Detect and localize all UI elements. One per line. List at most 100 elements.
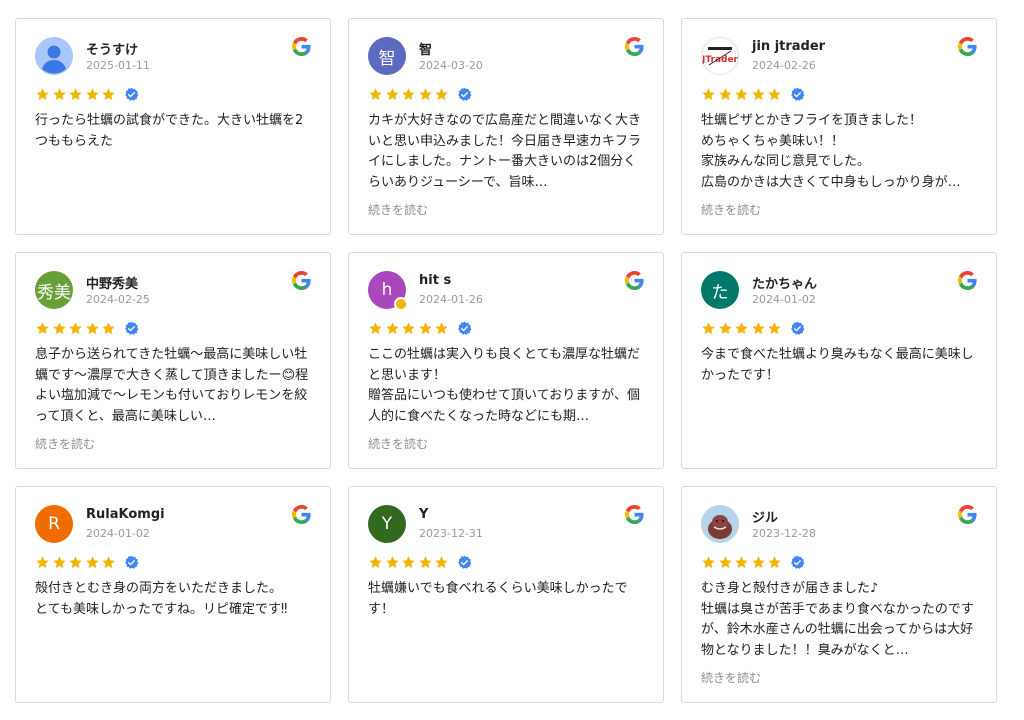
avatar: JTrader [701, 37, 739, 75]
star-icon [718, 88, 732, 101]
star-icon [419, 88, 432, 101]
verified-badge-icon [458, 321, 472, 335]
star-icon [36, 88, 49, 101]
review-text: 今まで食べた牡蠣より臭みもなく最高に美味しかったです！ [701, 347, 974, 383]
google-g-icon [958, 505, 977, 524]
star-icon [36, 556, 49, 569]
avatar-initial: た [711, 282, 729, 303]
reviewer-name: たかちゃん [752, 277, 818, 292]
star-icon [369, 88, 382, 101]
avatar-initial: 智 [378, 48, 396, 69]
read-more-link[interactable]: 続きを読む [35, 435, 95, 452]
star-icon [369, 556, 382, 569]
reviewer-name: ジル [752, 511, 779, 526]
review-date: 2024-02-26 [752, 59, 816, 72]
google-g-icon [625, 271, 644, 290]
review-text: ここの牡蠣は実入りも良くとても濃厚な牡蠣だと思います！ 贈答品にいつも使わせて頂… [368, 347, 640, 424]
review-text: むき身と殻付きが届きました♪ 牡蠣は臭さが苦手であまり食べなかったのですが、鈴木… [701, 581, 974, 658]
star-icon [419, 322, 432, 335]
star-rating [701, 555, 805, 570]
star-icon [752, 88, 765, 101]
star-icon [52, 322, 66, 335]
star-icon [752, 322, 765, 335]
review-text: 息子から送られてきた牡蠣〜最高に美味しい牡蠣です〜濃厚で大きく蒸して頂きましたー… [35, 347, 309, 424]
reviews-grid: そうすけ 2025-01-11 行ったら牡蠣の試食ができた。大きい牡蠣を2つももらえ… [0, 0, 1024, 720]
google-g-icon [958, 37, 977, 56]
star-icon [385, 88, 399, 101]
avatar-initial: R [48, 514, 60, 534]
review-card: Y Y 2023-12-31 牡蠣嫌いでも食べれるくらい美味しかったです！ [348, 486, 664, 703]
star-icon [752, 556, 765, 569]
read-more-link[interactable]: 続きを読む [368, 435, 428, 452]
review-date: 2024-02-25 [86, 293, 150, 306]
read-more-link[interactable]: 続きを読む [701, 669, 761, 686]
svg-text:JTrader: JTrader [701, 55, 739, 65]
reviewer-name: jin jtrader [752, 39, 826, 54]
star-icon [768, 88, 782, 101]
star-icon [718, 322, 732, 335]
star-icon [768, 322, 782, 335]
review-date: 2024-03-20 [419, 59, 483, 72]
star-rating [368, 321, 472, 336]
review-date: 2024-01-26 [419, 293, 483, 306]
star-icon [735, 88, 748, 101]
star-icon [52, 556, 66, 569]
star-icon [86, 556, 99, 569]
star-icon [385, 556, 399, 569]
star-icon [52, 88, 66, 101]
star-icon [702, 322, 715, 335]
review-date: 2024-01-02 [752, 293, 816, 306]
avatar-initial: Y [381, 514, 393, 534]
star-icon [435, 322, 449, 335]
google-g-icon [292, 505, 311, 524]
star-rating [368, 87, 472, 102]
verified-badge-icon [125, 87, 139, 101]
star-rating [701, 321, 805, 336]
avatar [35, 37, 73, 75]
avatar: Y [368, 505, 406, 543]
reviewer-name: 中野秀美 [86, 277, 139, 292]
star-rating [701, 87, 805, 102]
read-more-link[interactable]: 続きを読む [701, 201, 761, 218]
star-icon [69, 556, 82, 569]
verified-badge-icon [458, 555, 472, 569]
verified-badge-icon [791, 87, 805, 101]
star-icon [435, 88, 449, 101]
star-icon [402, 322, 415, 335]
review-date: 2023-12-28 [752, 527, 816, 540]
avatar: R [35, 505, 73, 543]
verified-badge-icon [791, 555, 805, 569]
review-card: h hit s 2024-01-26 ここの牡蠣は実入りも良くとても濃厚な牡蠣だと思い… [348, 252, 664, 469]
star-icon [402, 88, 415, 101]
reviewer-name: RulaKomgi [86, 507, 165, 522]
reviewer-name: そうすけ [86, 43, 139, 58]
review-card: R RulaKomgi 2024-01-02 殻付きとむき身の両方をいただきました。 … [15, 486, 331, 703]
local-guide-badge-icon [394, 297, 408, 311]
star-rating [368, 555, 472, 570]
star-rating [35, 321, 139, 336]
avatar: 智 [368, 37, 406, 75]
star-icon [702, 88, 715, 101]
star-icon [69, 322, 82, 335]
read-more-link[interactable]: 続きを読む [368, 201, 428, 218]
verified-badge-icon [125, 321, 139, 335]
star-icon [36, 322, 49, 335]
star-icon [735, 556, 748, 569]
star-icon [102, 556, 116, 569]
star-icon [102, 322, 116, 335]
review-card: た たかちゃん 2024-01-02 今まで食べた牡蠣より臭みもなく最高に美味しかった… [681, 252, 997, 469]
review-card: 智智 2024-03-20 カキが大好きなので広島産だと間違いなく大きいと思い申込み… [348, 18, 664, 235]
star-icon [435, 556, 449, 569]
review-text: 牡蠣ピザとかきフライを頂きました！ めちゃくちゃ美味い！！ 家族みんな同じ意見で… [701, 113, 961, 190]
avatar [701, 505, 739, 543]
star-icon [768, 556, 782, 569]
review-card: JTrader jin jtrader 2024-02-26 牡蠣ピザとかきフライを頂… [681, 18, 997, 235]
star-icon [69, 88, 82, 101]
star-icon [86, 88, 99, 101]
star-icon [102, 88, 116, 101]
avatar: た [701, 271, 739, 309]
avatar: 秀美 [35, 271, 73, 309]
google-g-icon [292, 37, 311, 56]
google-g-icon [292, 271, 311, 290]
star-rating [35, 87, 139, 102]
